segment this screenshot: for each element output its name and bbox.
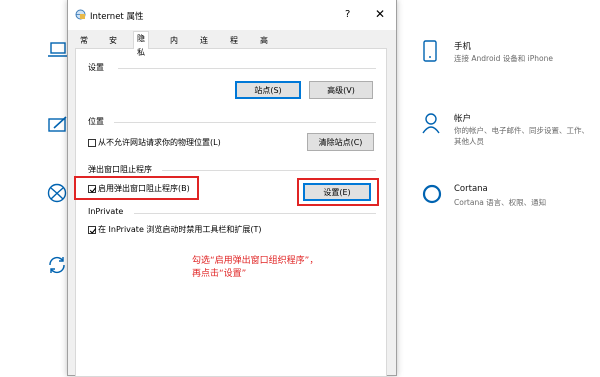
settings-item-description: 你的帐户、电子邮件、同步设置、工作、其他人员 [454, 126, 589, 146]
help-button[interactable]: ? [345, 9, 350, 20]
tab-content[interactable]: 内容 [167, 34, 181, 59]
advanced-button[interactable]: 高级(V) [309, 81, 373, 99]
settings-button-highlight [297, 178, 379, 206]
settings-item-phone[interactable]: 手机 连接 Android 设备和 iPhone [422, 40, 600, 70]
internet-properties-dialog: Internet 属性 ? ✕ 常规 安全 隐私 内容 连接 程序 高级 设置 … [67, 0, 397, 377]
popup-checkbox-highlight [74, 176, 199, 200]
sites-button[interactable]: 站点(S) [235, 81, 301, 99]
clear-sites-button[interactable]: 清除站点(C) [307, 133, 374, 151]
popup-blocker-section-label: 弹出窗口阻止程序 [88, 165, 152, 174]
sync-icon[interactable] [47, 255, 67, 275]
settings-item-title: 帐户 [454, 114, 472, 124]
section-divider [162, 170, 376, 171]
privacy-tab-panel: 设置 站点(S) 高级(V) 位置 从不允许网站请求你的物理位置(L) 清除站点… [74, 48, 387, 377]
settings-item-account[interactable]: 帐户 你的帐户、电子邮件、同步设置、工作、其他人员 [422, 112, 600, 152]
settings-item-title: Cortana [454, 184, 488, 194]
settings-item-cortana[interactable]: Cortana Cortana 语言、权限、通知 [422, 184, 600, 214]
section-divider [118, 68, 376, 69]
settings-item-description: Cortana 语言、权限、通知 [454, 198, 547, 207]
tab-advanced[interactable]: 高级 [257, 34, 271, 59]
tab-connections[interactable]: 连接 [197, 34, 211, 59]
tab-programs[interactable]: 程序 [227, 34, 241, 59]
location-section-label: 位置 [88, 117, 104, 126]
annotation-line-2: 再点击“设置” [192, 269, 247, 279]
inprivate-section-label: InPrivate [88, 207, 124, 216]
section-divider [134, 213, 376, 214]
tab-security[interactable]: 安全 [106, 34, 120, 59]
inprivate-checkbox-row[interactable]: 在 InPrivate 浏览启动时禁用工具栏和扩展(T) [88, 225, 262, 235]
settings-section-label: 设置 [88, 63, 104, 72]
close-button[interactable]: ✕ [375, 7, 385, 21]
cortana-icon [422, 184, 442, 206]
tab-general[interactable]: 常规 [77, 34, 91, 59]
dialog-titlebar[interactable]: Internet 属性 ? ✕ [68, 0, 396, 30]
dialog-title: Internet 属性 [90, 12, 144, 22]
phone-icon [422, 40, 438, 64]
person-icon [422, 112, 440, 136]
annotation-line-1: 勾选“启用弹出窗口组织程序”， [192, 256, 319, 266]
inprivate-checkbox[interactable] [88, 225, 97, 234]
tab-privacy[interactable]: 隐私 [133, 31, 149, 57]
settings-item-description: 连接 Android 设备和 iPhone [454, 54, 553, 63]
laptop-icon[interactable] [48, 42, 68, 58]
section-divider [114, 122, 376, 123]
xbox-icon[interactable] [47, 183, 67, 203]
location-checkbox-label: 从不允许网站请求你的物理位置(L) [98, 138, 221, 147]
settings-item-title: 手机 [454, 42, 472, 52]
internet-options-icon [75, 9, 86, 22]
instruction-annotation: 勾选“启用弹出窗口组织程序”， 再点击“设置” [192, 255, 318, 281]
pen-tablet-icon[interactable] [48, 116, 68, 134]
inprivate-checkbox-label: 在 InPrivate 浏览启动时禁用工具栏和扩展(T) [98, 225, 262, 234]
location-checkbox[interactable] [88, 138, 96, 147]
location-checkbox-row[interactable]: 从不允许网站请求你的物理位置(L) [88, 138, 221, 148]
